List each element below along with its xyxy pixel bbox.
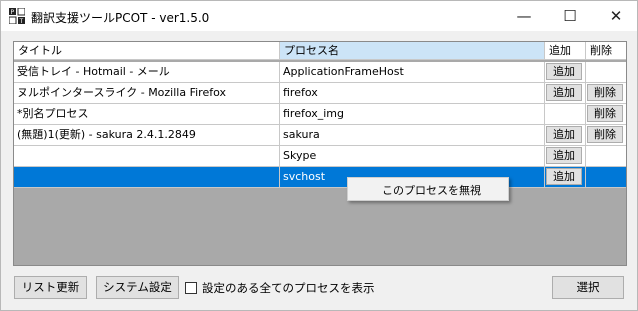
add-button[interactable]: 追加 [546, 168, 582, 185]
row-add-cell: 追加 [545, 62, 586, 83]
show-all-processes-checkbox[interactable] [185, 282, 197, 294]
row-title-cell[interactable]: 受信トレイ - Hotmail - メール [14, 62, 280, 83]
ignore-process-menu-item[interactable]: このプロセスを無視 [382, 182, 481, 198]
row-process-cell[interactable]: sakura [280, 125, 545, 146]
add-button[interactable]: 追加 [546, 63, 582, 80]
delete-button[interactable]: 削除 [587, 126, 623, 143]
system-settings-button[interactable]: システム設定 [96, 276, 179, 299]
row-process-cell[interactable]: ApplicationFrameHost [280, 62, 545, 83]
column-header-add[interactable]: 追加 [545, 42, 586, 60]
column-header-process[interactable]: プロセス名 [280, 42, 545, 60]
delete-button[interactable]: 削除 [587, 105, 623, 122]
minimize-button[interactable]: — [501, 1, 547, 31]
row-process-cell[interactable]: firefox [280, 83, 545, 104]
row-process-cell[interactable]: firefox_img [280, 104, 545, 125]
row-add-cell: 追加 [545, 125, 586, 146]
show-all-processes-label: 設定のある全てのプロセスを表示 [202, 281, 375, 295]
row-delete-cell [586, 146, 626, 167]
row-delete-cell: 削除 [586, 104, 626, 125]
row-delete-cell: 削除 [586, 125, 626, 146]
row-title-cell-selected[interactable] [14, 167, 280, 188]
app-window: P T 翻訳支援ツールPCOT - ver1.5.0 — ☐ ✕ タイトル プロ… [0, 0, 638, 311]
row-title-cell[interactable]: *別名プロセス [14, 104, 280, 125]
row-add-cell [545, 104, 586, 125]
add-button[interactable]: 追加 [546, 147, 582, 164]
row-title-cell[interactable] [14, 146, 280, 167]
row-delete-cell [586, 167, 626, 188]
select-button[interactable]: 選択 [552, 276, 624, 299]
row-title-cell[interactable]: (無題)1(更新) - sakura 2.4.1.2849 [14, 125, 280, 146]
maximize-button[interactable]: ☐ [547, 1, 593, 31]
add-button[interactable]: 追加 [546, 126, 582, 143]
row-delete-cell: 削除 [586, 83, 626, 104]
delete-button[interactable]: 削除 [587, 84, 623, 101]
close-button[interactable]: ✕ [593, 1, 638, 31]
app-icon: P T [9, 8, 25, 24]
row-process-cell[interactable]: Skype [280, 146, 545, 167]
row-delete-cell [586, 62, 626, 83]
row-add-cell: 追加 [545, 83, 586, 104]
process-grid[interactable]: タイトル プロセス名 追加 削除 受信トレイ - Hotmail - メール A… [13, 41, 627, 266]
svg-text:P: P [11, 9, 15, 16]
row-add-cell: 追加 [545, 146, 586, 167]
add-button[interactable]: 追加 [546, 84, 582, 101]
row-add-cell: 追加 [545, 167, 586, 188]
svg-text:T: T [19, 18, 24, 24]
show-all-processes-checkbox-group[interactable]: 設定のある全てのプロセスを表示 [185, 280, 375, 296]
refresh-list-button[interactable]: リスト更新 [14, 276, 87, 299]
column-header-delete[interactable]: 削除 [586, 42, 626, 60]
window-title: 翻訳支援ツールPCOT - ver1.5.0 [31, 11, 210, 25]
title-bar[interactable]: P T 翻訳支援ツールPCOT - ver1.5.0 — ☐ ✕ [1, 1, 637, 31]
row-title-cell[interactable]: ヌルポインタースライク - Mozilla Firefox [14, 83, 280, 104]
context-menu: このプロセスを無視 [347, 177, 509, 201]
column-header-title[interactable]: タイトル [14, 42, 280, 60]
